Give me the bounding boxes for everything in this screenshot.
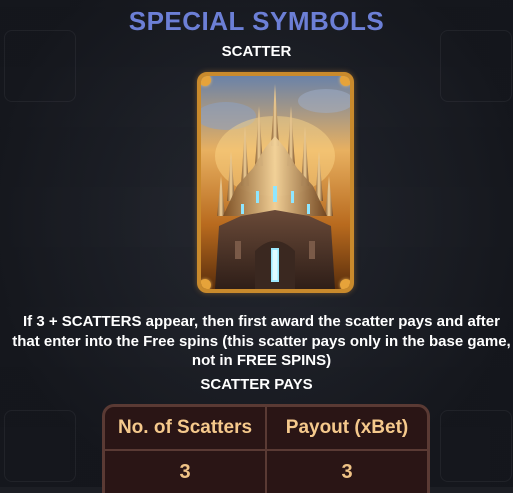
scatter-symbol-card (197, 72, 354, 293)
scatter-pays-heading: SCATTER PAYS (200, 376, 313, 393)
paytable-page: SPECIAL SYMBOLS SCATTER If 3 + SCATTERS … (0, 0, 513, 493)
card-corner-ornament (201, 279, 211, 289)
scatter-description: If 3 + SCATTERS appear, then first award… (12, 313, 511, 369)
card-corner-ornament (340, 279, 350, 289)
page-title: SPECIAL SYMBOLS (128, 6, 385, 36)
section-title: SCATTER (221, 43, 292, 60)
table-row: 3 3 (105, 449, 427, 493)
scatter-pays-table: No. of Scatters Payout (xBet) 3 3 (102, 404, 430, 493)
column-header-payout: Payout (xBet) (265, 407, 427, 449)
card-corner-ornament (340, 76, 350, 86)
castle-scatter-icon (201, 76, 350, 289)
card-corner-ornament (201, 76, 211, 86)
column-header-scatters: No. of Scatters (117, 417, 253, 438)
table-header-row: No. of Scatters Payout (xBet) (105, 407, 427, 449)
